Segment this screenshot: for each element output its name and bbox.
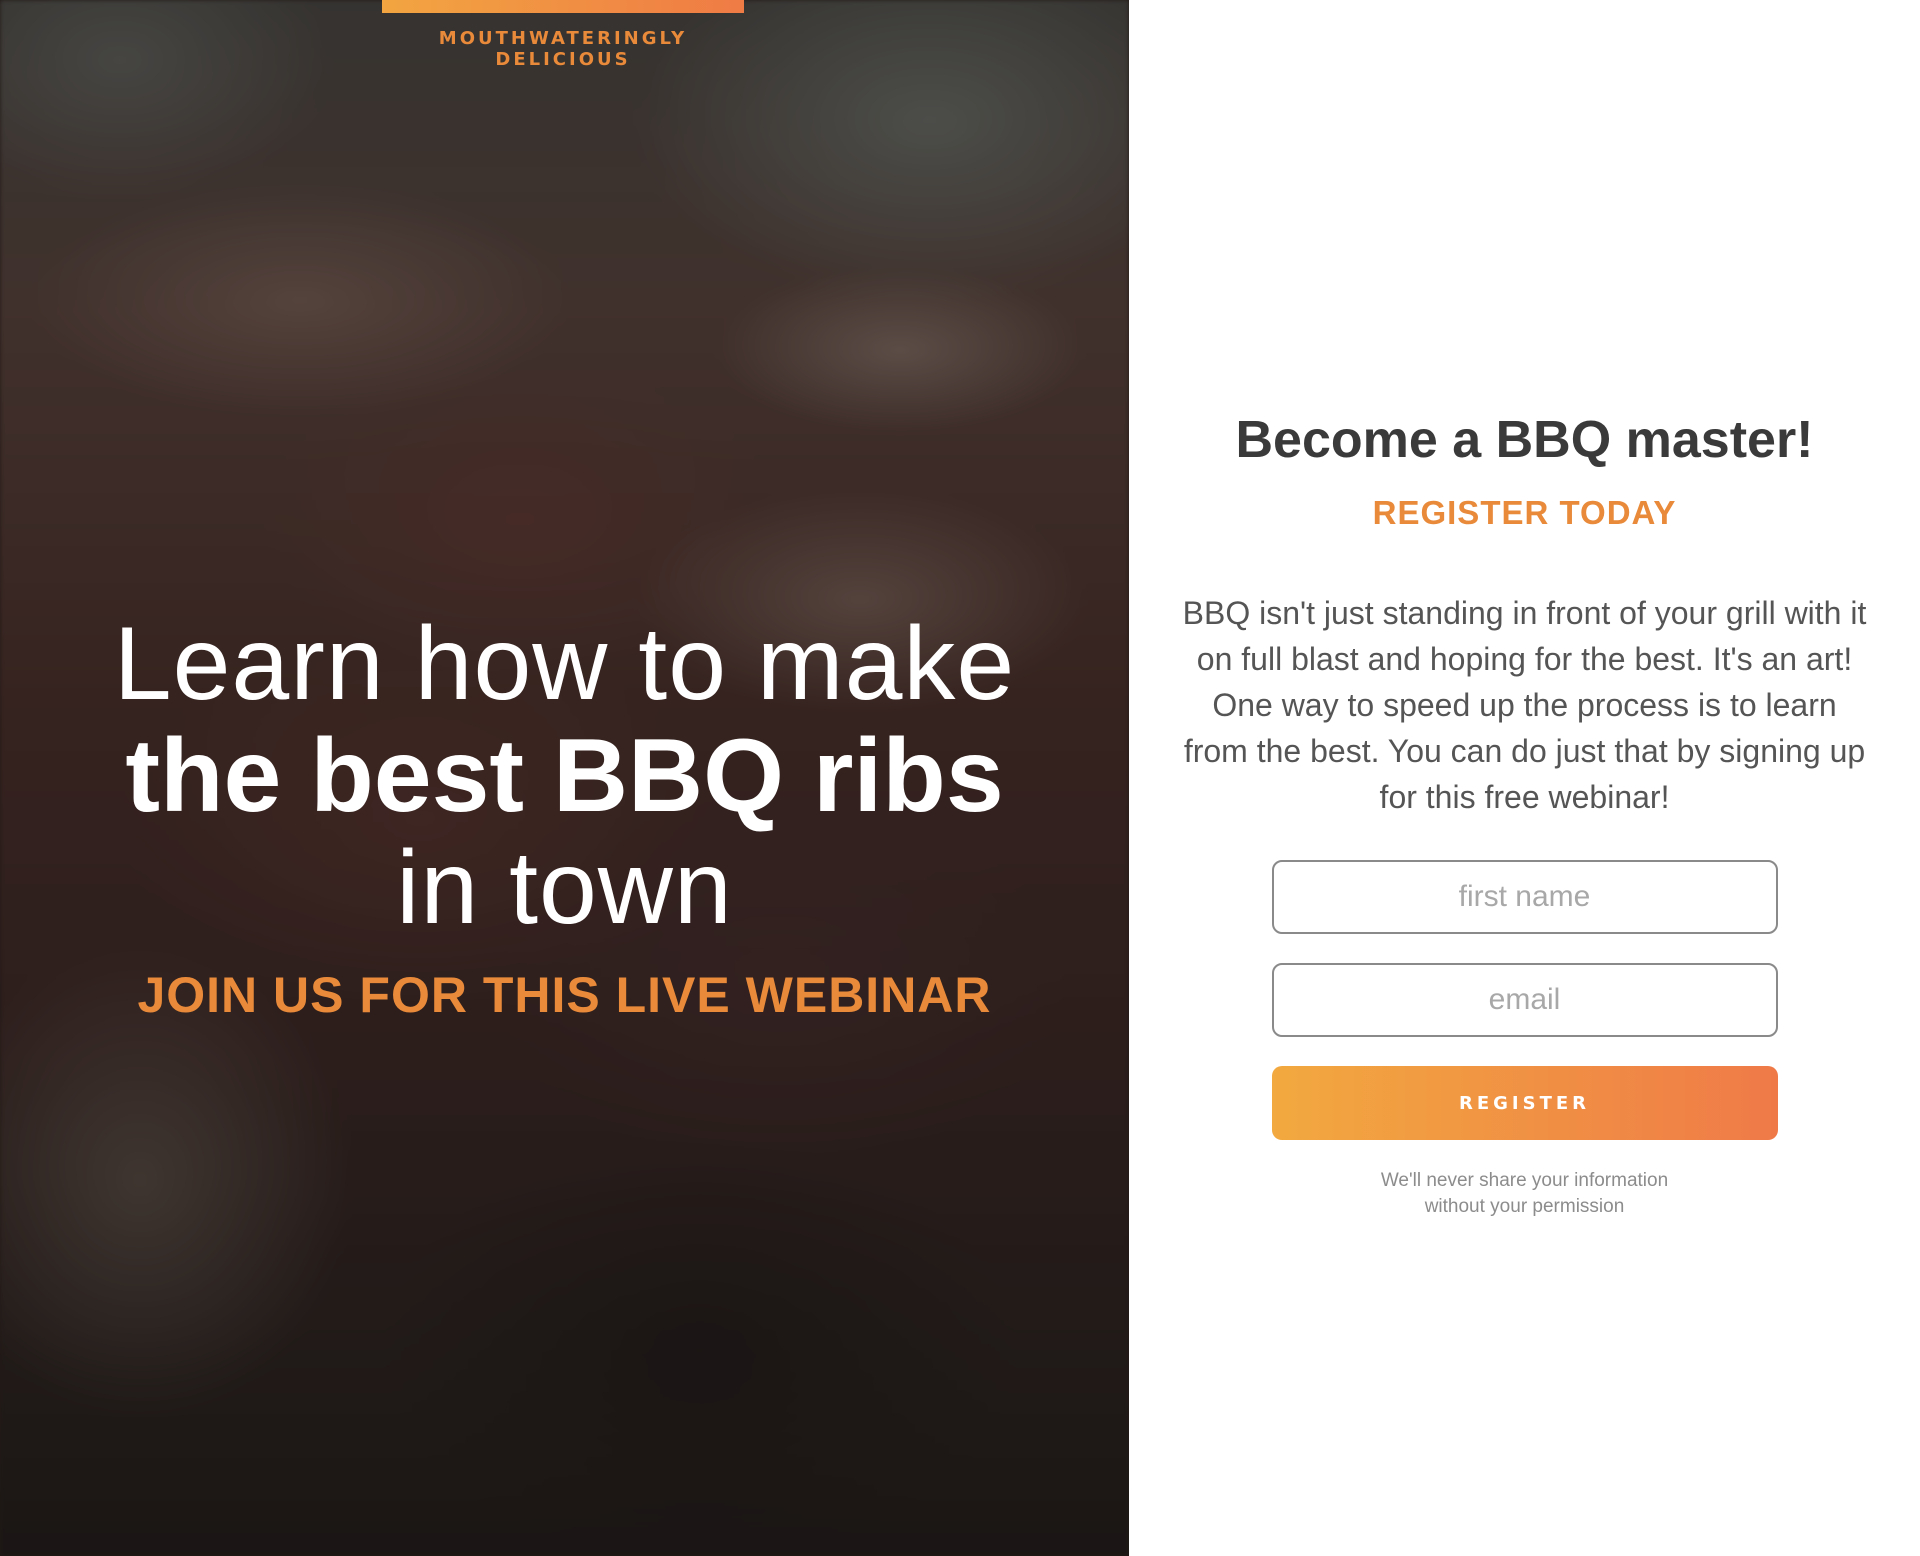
registration-form: Become a BBQ master! REGISTER TODAY BBQ … bbox=[1129, 410, 1920, 1220]
privacy-notice-line-2: without your permission bbox=[1424, 1196, 1625, 1217]
registration-panel: Become a BBQ master! REGISTER TODAY BBQ … bbox=[1129, 0, 1920, 1556]
form-description: BBQ isn't just standing in front of your… bbox=[1182, 595, 1867, 815]
hero-panel: MOUTHWATERINGLY DELICIOUS Learn how to m… bbox=[0, 0, 1129, 1556]
brand-tagline: MOUTHWATERINGLY DELICIOUS bbox=[438, 28, 688, 70]
first-name-field[interactable] bbox=[1271, 860, 1778, 934]
register-button[interactable]: REGISTER bbox=[1271, 1066, 1778, 1140]
headline-line-3: in town bbox=[396, 830, 733, 946]
brand-accent-bar bbox=[382, 0, 744, 13]
email-field[interactable] bbox=[1271, 963, 1778, 1037]
privacy-notice: We'll never share your information witho… bbox=[1345, 1168, 1705, 1220]
landing-page: MOUTHWATERINGLY DELICIOUS Learn how to m… bbox=[0, 0, 1920, 1556]
headline-line-1: Learn how to make bbox=[113, 606, 1016, 722]
form-subtitle: REGISTER TODAY bbox=[1372, 494, 1677, 531]
webinar-callout: JOIN US FOR THIS LIVE WEBINAR bbox=[137, 967, 992, 1023]
hero-headline-block: Learn how to make the best BBQ ribs in t… bbox=[0, 608, 1129, 1024]
privacy-notice-line-1: We'll never share your information bbox=[1380, 1170, 1669, 1191]
form-title: Become a BBQ master! bbox=[1235, 411, 1814, 469]
headline-line-2: the best BBQ ribs bbox=[125, 718, 1004, 834]
